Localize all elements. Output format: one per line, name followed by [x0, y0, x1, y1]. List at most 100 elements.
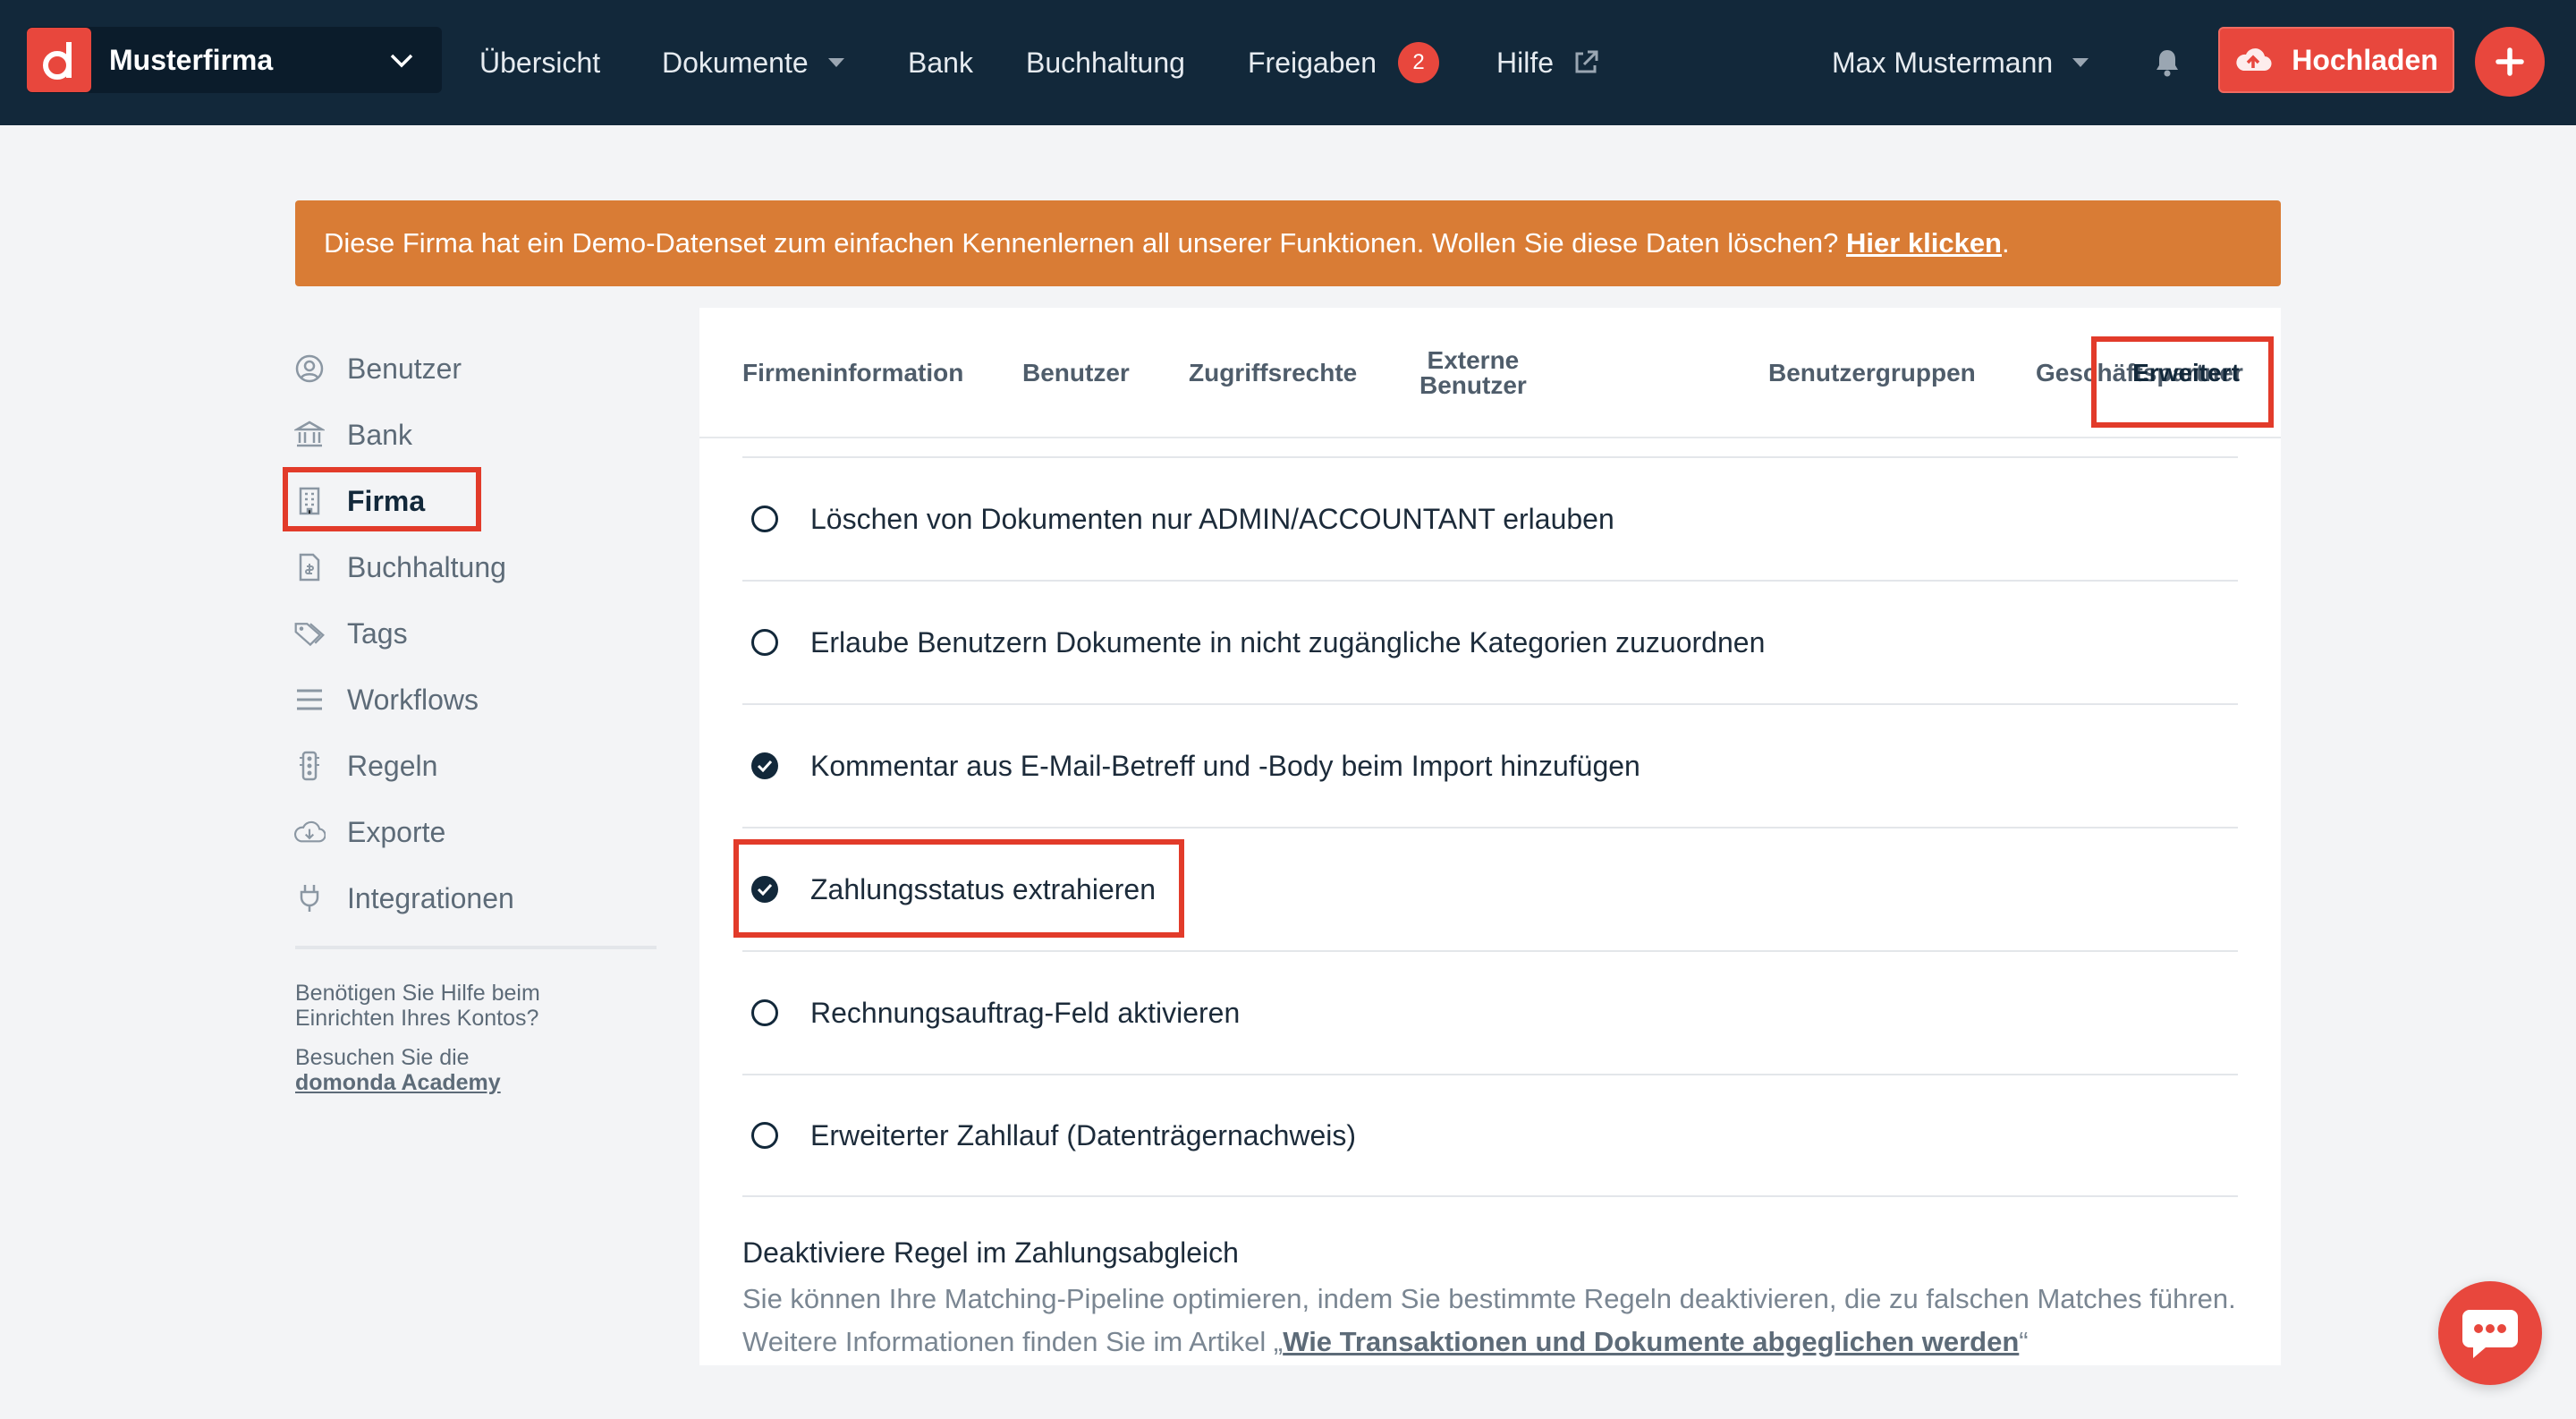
sidebar-item-label: Workflows	[347, 683, 479, 716]
list-icon	[293, 687, 326, 712]
nav-bank-label: Bank	[908, 46, 973, 79]
section-description-end: “	[2019, 1326, 2029, 1357]
nav-bank[interactable]: Bank	[908, 0, 973, 125]
tab-label: Benutzer	[1419, 371, 1527, 399]
external-link-icon	[1572, 48, 1600, 77]
sidebar-item-label: Firma	[347, 484, 426, 517]
check-circle-icon[interactable]	[751, 752, 778, 779]
setting-email-comment-import[interactable]: Kommentar aus E-Mail-Betreff und -Body b…	[742, 703, 2238, 827]
setting-extract-payment-status[interactable]: Zahlungsstatus extrahieren	[742, 827, 2238, 950]
sidebar-item-exports[interactable]: Exporte	[293, 807, 445, 857]
banner-text: Diese Firma hat ein Demo-Datenset zum ei…	[324, 227, 1839, 259]
traffic-light-icon	[293, 751, 326, 781]
nav-help-label: Hilfe	[1496, 46, 1555, 79]
notifications-button[interactable]	[2154, 0, 2181, 125]
setting-delete-admin-only[interactable]: Löschen von Dokumenten nur ADMIN/ACCOUNT…	[742, 456, 2238, 580]
tag-icon	[293, 618, 326, 649]
caret-down-icon	[827, 58, 844, 67]
nav-overview-label: Übersicht	[479, 46, 601, 79]
tab-label: Externe	[1427, 346, 1520, 374]
upload-button[interactable]: Hochladen	[2218, 27, 2454, 93]
setting-invoice-order-field[interactable]: Rechnungsauftrag-Feld aktivieren	[742, 950, 2238, 1074]
user-menu[interactable]: Max Mustermann	[1832, 0, 2089, 125]
setting-extended-payment-run[interactable]: Erweiterter Zahllauf (Datenträgernachwei…	[742, 1074, 2238, 1197]
section-title: Deaktiviere Regel im Zahlungsabgleich	[742, 1236, 1239, 1269]
sidebar-item-accounting[interactable]: Buchhaltung	[293, 542, 506, 592]
demo-data-banner: Diese Firma hat ein Demo-Datenset zum ei…	[295, 200, 2281, 286]
invoice-icon	[293, 552, 326, 582]
radio-unchecked-icon[interactable]	[751, 506, 778, 532]
sidebar-item-label: Benutzer	[347, 352, 462, 385]
setting-label: Erlaube Benutzern Dokumente in nicht zug…	[810, 625, 1766, 659]
sidebar-help-visit-text: Besuchen Sie die	[295, 1045, 470, 1070]
nav-documents-label: Dokumente	[662, 46, 809, 79]
tab-label: Benutzer	[1022, 359, 1130, 387]
company-switcher[interactable]: Musterfirma	[27, 27, 442, 93]
matching-article-link[interactable]: Wie Transaktionen und Dokumente abgeglic…	[1283, 1326, 2019, 1357]
sidebar-item-users[interactable]: Benutzer	[293, 344, 462, 394]
sidebar-item-tags[interactable]: Tags	[293, 608, 408, 659]
chevron-down-icon	[388, 48, 415, 76]
sidebar-item-label: Integrationen	[347, 881, 514, 914]
tab-company-info[interactable]: Firmeninformation	[742, 308, 963, 438]
nav-approvals[interactable]: Freigaben 2	[1248, 0, 1440, 125]
building-icon	[293, 486, 326, 516]
sidebar-item-label: Buchhaltung	[347, 550, 506, 583]
upload-button-label: Hochladen	[2292, 43, 2438, 76]
sidebar-item-company[interactable]: Firma	[293, 476, 425, 526]
setting-assign-inaccessible-categories[interactable]: Erlaube Benutzern Dokumente in nicht zug…	[742, 580, 2238, 703]
radio-unchecked-icon[interactable]	[751, 629, 778, 656]
academy-link[interactable]: domonda Academy	[295, 1070, 501, 1095]
nav-overview[interactable]: Übersicht	[479, 0, 600, 125]
sidebar-help-question: Benötigen Sie Hilfe beim Einrichten Ihre…	[295, 981, 540, 1031]
nav-approvals-label: Freigaben	[1248, 46, 1377, 79]
chat-button[interactable]	[2438, 1281, 2542, 1385]
radio-unchecked-icon[interactable]	[751, 1122, 778, 1149]
add-button[interactable]	[2475, 27, 2545, 97]
bell-icon	[2154, 47, 2181, 78]
top-navigation-bar: Musterfirma Übersicht Dokumente Bank Buc…	[0, 0, 2576, 125]
radio-unchecked-icon[interactable]	[751, 999, 778, 1026]
banner-end: .	[2002, 227, 2010, 259]
nav-documents[interactable]: Dokumente	[662, 0, 844, 125]
sidebar-item-rules[interactable]: Regeln	[293, 741, 437, 791]
tab-users[interactable]: Benutzer	[1022, 308, 1130, 438]
cloud-download-icon	[293, 818, 326, 846]
sidebar-item-label: Bank	[347, 418, 412, 451]
sidebar-item-label: Exporte	[347, 815, 446, 848]
company-name: Musterfirma	[109, 43, 274, 76]
user-circle-icon	[293, 353, 326, 384]
bank-icon	[293, 420, 326, 450]
sidebar-divider	[295, 946, 657, 949]
setting-label: Erweiterter Zahllauf (Datenträgernachwei…	[810, 1118, 1357, 1151]
tab-label: Erweitert	[2132, 359, 2240, 387]
tab-access-rights[interactable]: Zugriffsrechte	[1189, 308, 1357, 438]
sidebar-item-integrations[interactable]: Integrationen	[293, 873, 514, 923]
tab-label: Benutzergruppen	[1768, 359, 1976, 387]
caret-down-icon	[2072, 58, 2089, 67]
cloud-upload-icon	[2234, 46, 2272, 74]
check-circle-icon[interactable]	[751, 876, 778, 903]
settings-tabs: Firmeninformation Benutzer Zugriffsrecht…	[699, 308, 2281, 438]
sidebar-item-label: Tags	[347, 616, 408, 650]
setting-label: Löschen von Dokumenten nur ADMIN/ACCOUNT…	[810, 502, 1614, 535]
banner-delete-link[interactable]: Hier klicken	[1846, 227, 2002, 259]
tab-label: Zugriffsrechte	[1189, 359, 1358, 387]
nav-help[interactable]: Hilfe	[1496, 0, 1600, 125]
nav-accounting[interactable]: Buchhaltung	[1026, 0, 1185, 125]
plus-icon	[2494, 46, 2526, 78]
sidebar-item-bank[interactable]: Bank	[293, 410, 412, 460]
tab-advanced[interactable]: Erweitert	[2127, 308, 2245, 438]
setting-label: Kommentar aus E-Mail-Betreff und -Body b…	[810, 749, 1640, 782]
tab-external-users[interactable]: Externe Benutzer	[1419, 308, 1527, 438]
approvals-count-badge: 2	[1398, 42, 1440, 83]
chat-bubble-icon	[2459, 1304, 2521, 1362]
nav-accounting-label: Buchhaltung	[1026, 46, 1185, 79]
tab-label: Firmeninformation	[742, 359, 964, 387]
tab-user-groups[interactable]: Benutzergruppen	[1768, 308, 1976, 438]
sidebar-item-workflows[interactable]: Workflows	[293, 675, 479, 725]
user-name: Max Mustermann	[1832, 46, 2054, 79]
domonda-logo-icon	[27, 28, 91, 92]
section-description: Sie können Ihre Matching-Pipeline optimi…	[742, 1278, 2245, 1364]
sidebar-item-label: Regeln	[347, 749, 438, 782]
